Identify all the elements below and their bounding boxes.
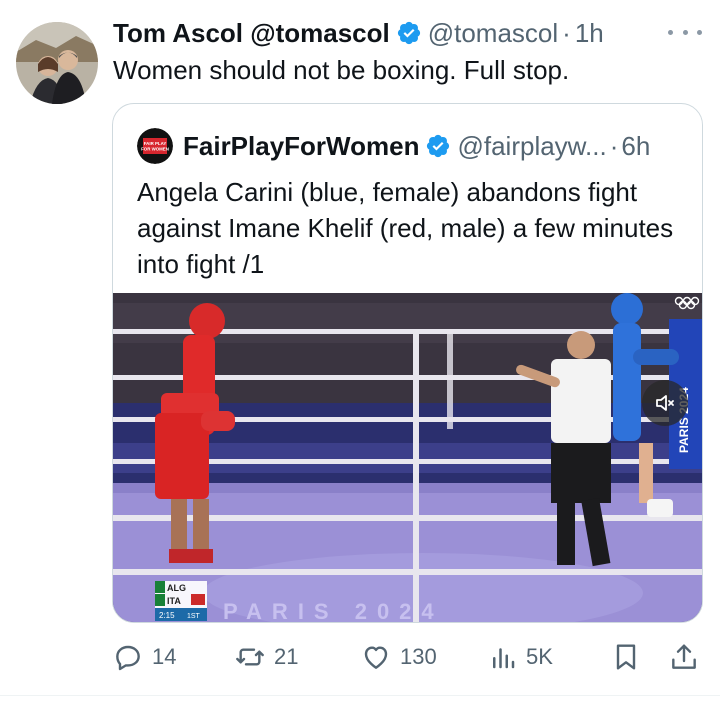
verified-badge-icon bbox=[425, 133, 451, 159]
quoted-tweet-header: FAIR PLAY FOR WOMEN FairPlayForWomen @fa… bbox=[137, 126, 650, 166]
quoted-author-handle[interactable]: @fairplayw... bbox=[457, 131, 606, 162]
views-count: 5K bbox=[526, 644, 553, 669]
quoted-tweet-text: Angela Carini (blue, female) abandons fi… bbox=[137, 177, 674, 279]
views-icon bbox=[493, 648, 515, 669]
tweet-time[interactable]: 1h bbox=[575, 18, 604, 49]
floor-text: PARIS 2024 bbox=[223, 599, 444, 623]
tweet-header: Tom Ascol @tomascol @tomascol · 1h bbox=[113, 14, 604, 52]
retweet-icon bbox=[236, 648, 264, 666]
like-count: 130 bbox=[400, 644, 437, 669]
share-icon bbox=[672, 644, 696, 669]
quoted-tweet[interactable]: FAIR PLAY FOR WOMEN FairPlayForWomen @fa… bbox=[112, 103, 703, 623]
author-name[interactable]: Tom Ascol @tomascol bbox=[113, 18, 390, 49]
mute-icon[interactable] bbox=[642, 380, 688, 426]
video-frame: PARIS 2024 ALG ITA 2:15 1ST PARIS 2024 bbox=[113, 293, 702, 623]
reply-icon bbox=[116, 645, 140, 671]
retweet-count: 21 bbox=[274, 644, 299, 669]
author-handle[interactable]: @tomascol bbox=[428, 18, 558, 49]
like-icon bbox=[364, 646, 388, 669]
quoted-author-avatar[interactable]: FAIR PLAY FOR WOMEN bbox=[137, 128, 173, 164]
divider bbox=[0, 695, 720, 696]
reply-count: 14 bbox=[152, 644, 177, 669]
share-button[interactable] bbox=[668, 637, 700, 677]
scoreboard-round: 1ST bbox=[187, 613, 201, 620]
reply-button[interactable]: 14 bbox=[112, 637, 176, 677]
svg-text:FOR WOMEN: FOR WOMEN bbox=[141, 147, 169, 152]
tweet-text: Women should not be boxing. Full stop. bbox=[113, 55, 570, 85]
retweet-button[interactable]: 21 bbox=[234, 637, 298, 677]
scoreboard-row1: ALG bbox=[167, 583, 186, 593]
like-button[interactable]: 130 bbox=[360, 637, 437, 677]
scoreboard-row2: ITA bbox=[167, 596, 181, 606]
separator-dot: · bbox=[609, 130, 619, 161]
action-bar: 14 21 130 5K bbox=[112, 637, 704, 677]
video-player[interactable]: PARIS 2024 ALG ITA 2:15 1ST PARIS 2024 bbox=[113, 293, 702, 623]
quoted-tweet-time[interactable]: 6h bbox=[621, 131, 650, 162]
bookmark-icon bbox=[616, 644, 636, 670]
tweet[interactable]: Tom Ascol @tomascol @tomascol · 1h Women… bbox=[0, 0, 720, 716]
quoted-author-name[interactable]: FairPlayForWomen bbox=[183, 131, 419, 162]
scoreboard-clock: 2:15 bbox=[159, 611, 175, 620]
bookmark-button[interactable] bbox=[610, 637, 642, 677]
separator-dot: · bbox=[562, 17, 571, 48]
more-icon[interactable] bbox=[668, 22, 702, 42]
views-button[interactable]: 5K bbox=[488, 637, 553, 677]
author-avatar[interactable] bbox=[16, 22, 98, 104]
svg-text:FAIR PLAY: FAIR PLAY bbox=[144, 141, 167, 146]
verified-badge-icon bbox=[396, 20, 422, 46]
